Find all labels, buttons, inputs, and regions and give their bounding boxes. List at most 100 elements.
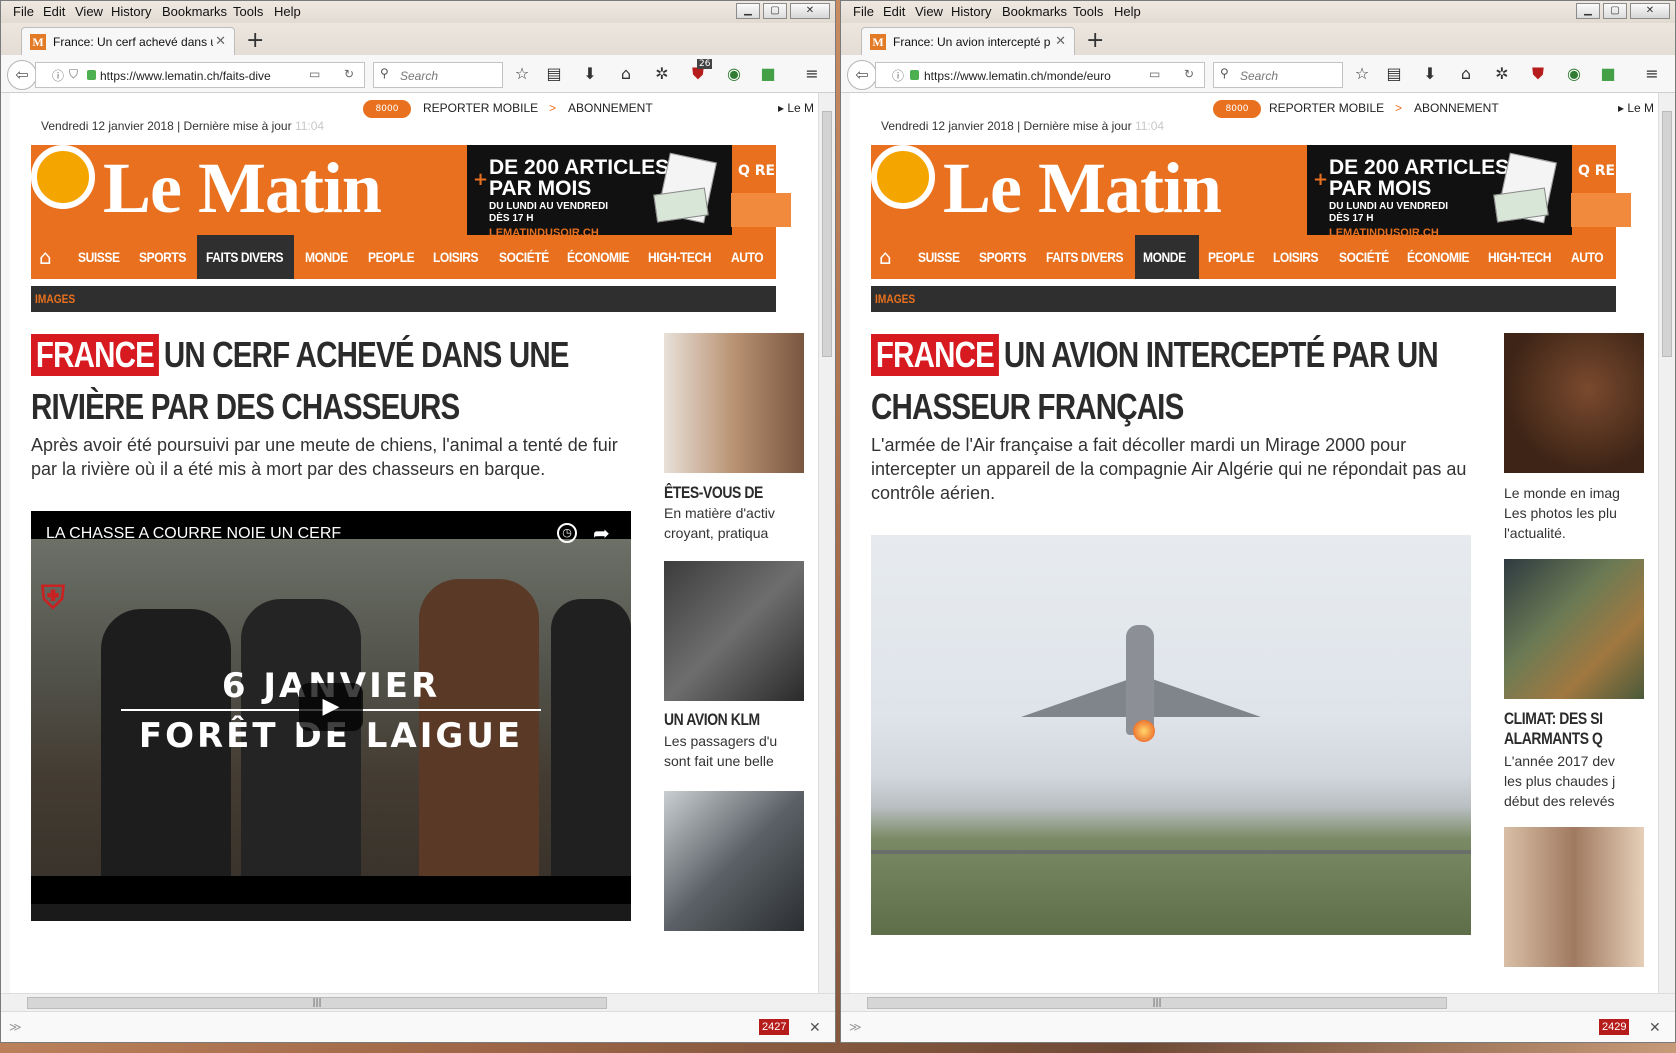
- info-icon[interactable]: ⓘ: [52, 67, 64, 84]
- le-matin-link[interactable]: ▸ Le M: [778, 101, 814, 115]
- nav-people[interactable]: PEOPLE: [1208, 235, 1255, 279]
- hamburger-menu-icon[interactable]: ≡: [801, 64, 823, 83]
- back-button[interactable]: ⇦: [7, 60, 37, 90]
- sidebar-image[interactable]: [1504, 559, 1644, 699]
- abonnement-link[interactable]: ABONNEMENT: [568, 101, 653, 115]
- new-tab-button[interactable]: +: [1086, 28, 1104, 53]
- kicker-badge[interactable]: FRANCE: [871, 334, 999, 376]
- subnav-images[interactable]: IMAGES: [35, 292, 75, 306]
- scroll-thumb[interactable]: |||: [867, 997, 1447, 1009]
- vertical-scrollbar[interactable]: [1658, 93, 1675, 993]
- site-search-button[interactable]: Q RE: [738, 163, 775, 179]
- nav-suisse[interactable]: SUISSE: [78, 235, 120, 279]
- sidebar-image[interactable]: [1504, 333, 1644, 473]
- reader-view-icon[interactable]: ▭: [1149, 67, 1160, 81]
- addon-puzzle-icon[interactable]: ✲: [651, 64, 673, 83]
- bookmark-star-icon[interactable]: ☆: [511, 64, 533, 83]
- home-nav-icon[interactable]: ⌂: [39, 245, 52, 269]
- reload-icon[interactable]: ↻: [344, 67, 354, 81]
- vertical-scrollbar[interactable]: [818, 93, 835, 993]
- hamburger-menu-icon[interactable]: ≡: [1641, 64, 1663, 83]
- url-bar[interactable]: ⓘ ⛉ https://www.lematin.ch/faits-dive ▭ …: [35, 62, 365, 88]
- nav-sports[interactable]: SPORTS: [139, 235, 186, 279]
- site-search-button[interactable]: Q RE: [1578, 163, 1615, 179]
- nav-suisse[interactable]: SUISSE: [918, 235, 960, 279]
- nav-faits-divers[interactable]: FAITS DIVERS: [1046, 235, 1124, 279]
- menu-file[interactable]: File: [13, 4, 34, 19]
- nav-loisirs[interactable]: LOISIRS: [1273, 235, 1319, 279]
- bookmarks-list-icon[interactable]: ▤: [1383, 64, 1405, 83]
- sidebar-title[interactable]: CLIMAT: DES SI: [1504, 709, 1603, 729]
- sidebar-title[interactable]: ÊTES-VOUS DE: [664, 483, 763, 503]
- video-controls-bar[interactable]: [31, 904, 631, 921]
- scroll-thumb[interactable]: |||: [27, 997, 607, 1009]
- menu-history[interactable]: History: [111, 4, 151, 19]
- menu-edit[interactable]: Edit: [883, 4, 905, 19]
- info-icon[interactable]: ⓘ: [892, 67, 904, 84]
- play-icon[interactable]: ▶: [299, 683, 363, 731]
- reload-icon[interactable]: ↻: [1184, 67, 1194, 81]
- sidebar-image[interactable]: [1504, 827, 1644, 967]
- scroll-thumb[interactable]: [1662, 111, 1672, 357]
- addon-green-icon[interactable]: ■: [757, 64, 779, 83]
- home-icon[interactable]: ⌂: [1455, 64, 1477, 83]
- expand-icon[interactable]: ≫: [9, 1020, 22, 1034]
- watch-later-icon[interactable]: ◷: [557, 523, 577, 543]
- addon-circle-icon[interactable]: ◉: [1563, 64, 1585, 83]
- nav-monde[interactable]: MONDE: [305, 235, 348, 279]
- nav-auto[interactable]: AUTO: [1571, 235, 1604, 279]
- share-icon[interactable]: ➦: [593, 521, 610, 545]
- menu-view[interactable]: View: [915, 4, 943, 19]
- menu-help[interactable]: Help: [1114, 4, 1141, 19]
- addon-puzzle-icon[interactable]: ✲: [1491, 64, 1513, 83]
- sidebar-title[interactable]: ALARMANTS Q: [1504, 729, 1603, 749]
- menu-history[interactable]: History: [951, 4, 991, 19]
- epaper-button[interactable]: [1571, 193, 1631, 227]
- menu-file[interactable]: File: [853, 4, 874, 19]
- menu-edit[interactable]: Edit: [43, 4, 65, 19]
- nav-monde[interactable]: MONDE: [1143, 235, 1186, 279]
- counter-badge[interactable]: 2429: [1599, 1019, 1630, 1035]
- article-photo[interactable]: [871, 535, 1471, 935]
- close-tab-icon[interactable]: ✕: [215, 33, 226, 49]
- site-logo[interactable]: Le Matin: [943, 147, 1222, 230]
- sidebar-image[interactable]: [664, 333, 804, 473]
- expand-icon[interactable]: ≫: [849, 1020, 862, 1034]
- addon-circle-icon[interactable]: ◉: [723, 64, 745, 83]
- download-icon[interactable]: ⬇: [579, 64, 601, 83]
- video-player[interactable]: ⛨ LA CHASSE A COURRE NOIE UN CERF ◷ ➦ 6 …: [31, 511, 631, 921]
- close-statusbar-icon[interactable]: ✕: [1649, 1020, 1661, 1036]
- close-window-button[interactable]: ✕: [790, 3, 830, 19]
- hotline-pill[interactable]: 8000: [1213, 100, 1261, 118]
- kicker-badge[interactable]: FRANCE: [31, 334, 159, 376]
- browser-tab[interactable]: M France: Un cerf achevé dans u ✕: [21, 27, 235, 55]
- nav-people[interactable]: PEOPLE: [368, 235, 415, 279]
- nav-faits-divers[interactable]: FAITS DIVERS: [206, 235, 284, 279]
- download-icon[interactable]: ⬇: [1419, 64, 1441, 83]
- nav-societe[interactable]: SOCIÉTÉ: [1339, 235, 1389, 279]
- counter-badge[interactable]: 2427: [759, 1019, 790, 1035]
- url-text[interactable]: https://www.lematin.ch/faits-dive: [100, 69, 305, 83]
- minimize-button[interactable]: ▁: [736, 3, 760, 19]
- nav-high-tech[interactable]: HIGH-TECH: [648, 235, 711, 279]
- maximize-button[interactable]: ▢: [1603, 3, 1627, 19]
- reader-view-icon[interactable]: ▭: [309, 67, 320, 81]
- le-matin-link[interactable]: ▸ Le M: [1618, 101, 1654, 115]
- nav-auto[interactable]: AUTO: [731, 235, 764, 279]
- ublock-icon[interactable]: ⛊: [1527, 64, 1549, 84]
- horizontal-scrollbar[interactable]: |||: [841, 993, 1675, 1011]
- scroll-thumb[interactable]: [822, 111, 832, 357]
- close-window-button[interactable]: ✕: [1630, 3, 1670, 19]
- menu-view[interactable]: View: [75, 4, 103, 19]
- advert-banner[interactable]: + DE 200 ARTICLES PAR MOIS DU LUNDI AU VE…: [1307, 145, 1572, 248]
- close-statusbar-icon[interactable]: ✕: [809, 1020, 821, 1036]
- subnav-images[interactable]: IMAGES: [875, 292, 915, 306]
- reporter-mobile-link[interactable]: REPORTER MOBILE: [1269, 101, 1384, 115]
- abonnement-link[interactable]: ABONNEMENT: [1414, 101, 1499, 115]
- nav-sports[interactable]: SPORTS: [979, 235, 1026, 279]
- sidebar-image[interactable]: [664, 561, 804, 701]
- horizontal-scrollbar[interactable]: |||: [1, 993, 835, 1011]
- home-nav-icon[interactable]: ⌂: [879, 245, 892, 269]
- nav-economie[interactable]: ÉCONOMIE: [1407, 235, 1470, 279]
- menu-tools[interactable]: Tools: [1073, 4, 1103, 19]
